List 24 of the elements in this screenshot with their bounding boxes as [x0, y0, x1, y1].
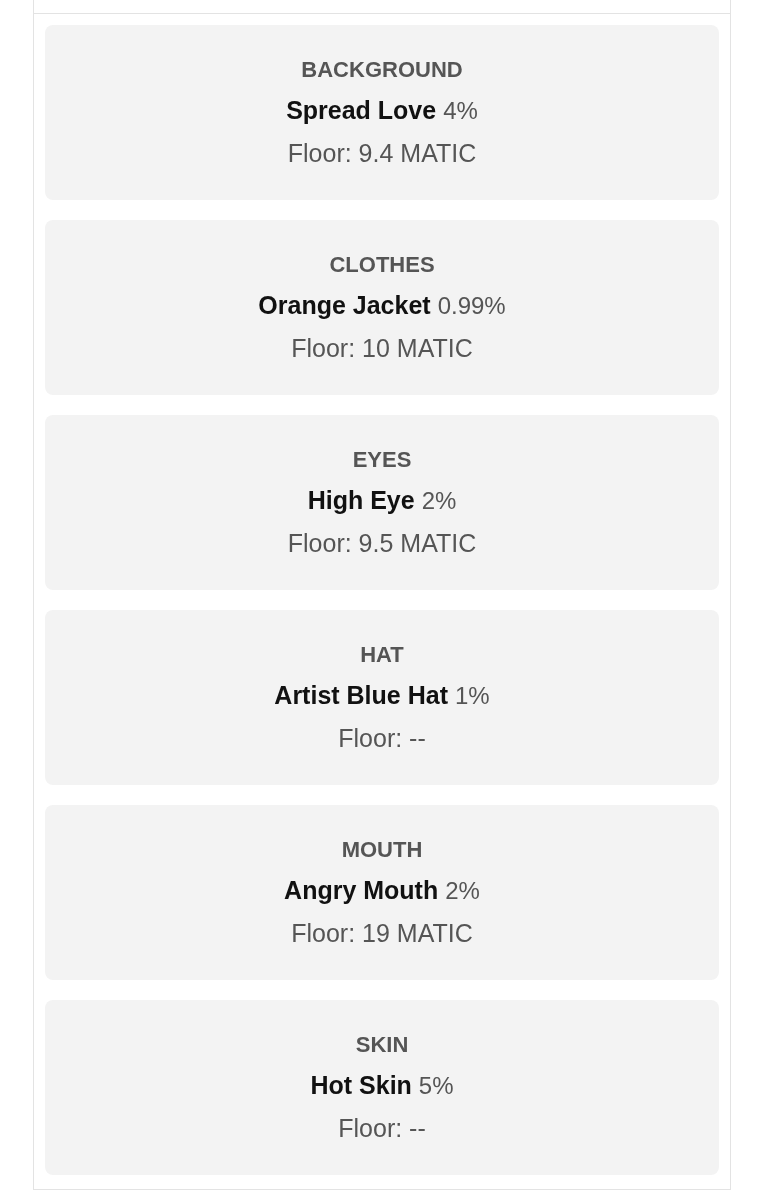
trait-rarity: 2% — [445, 876, 480, 906]
trait-rarity: 4% — [443, 96, 478, 126]
trait-rarity: 5% — [418, 1071, 454, 1101]
trait-rarity: 1% — [454, 681, 490, 711]
floor-price: Floor: 10 MATIC — [291, 333, 473, 363]
trait-value: High Eye — [307, 485, 415, 515]
trait-type: BACKGROUND — [301, 57, 463, 83]
trait-type: HAT — [360, 642, 404, 668]
trait-rarity: 0.99% — [437, 291, 506, 321]
trait-rarity: 2% — [421, 486, 457, 516]
trait-value: Orange Jacket — [258, 290, 431, 320]
floor-price: Floor: -- — [338, 1113, 426, 1143]
floor-price: Floor: 19 MATIC — [291, 918, 473, 948]
trait-value: Spread Love — [286, 95, 437, 125]
trait-type: EYES — [352, 447, 412, 473]
trait-type: MOUTH — [341, 837, 423, 863]
trait-value: Artist Blue Hat — [274, 680, 448, 710]
trait-type: CLOTHES — [329, 252, 435, 278]
floor-price: Floor: -- — [338, 723, 426, 753]
floor-price: Floor: 9.4 MATIC — [287, 138, 477, 168]
floor-price: Floor: 9.5 MATIC — [287, 528, 477, 558]
trait-value: Angry Mouth — [284, 875, 439, 905]
trait-value: Hot Skin — [310, 1070, 412, 1100]
trait-type: SKIN — [355, 1032, 409, 1058]
